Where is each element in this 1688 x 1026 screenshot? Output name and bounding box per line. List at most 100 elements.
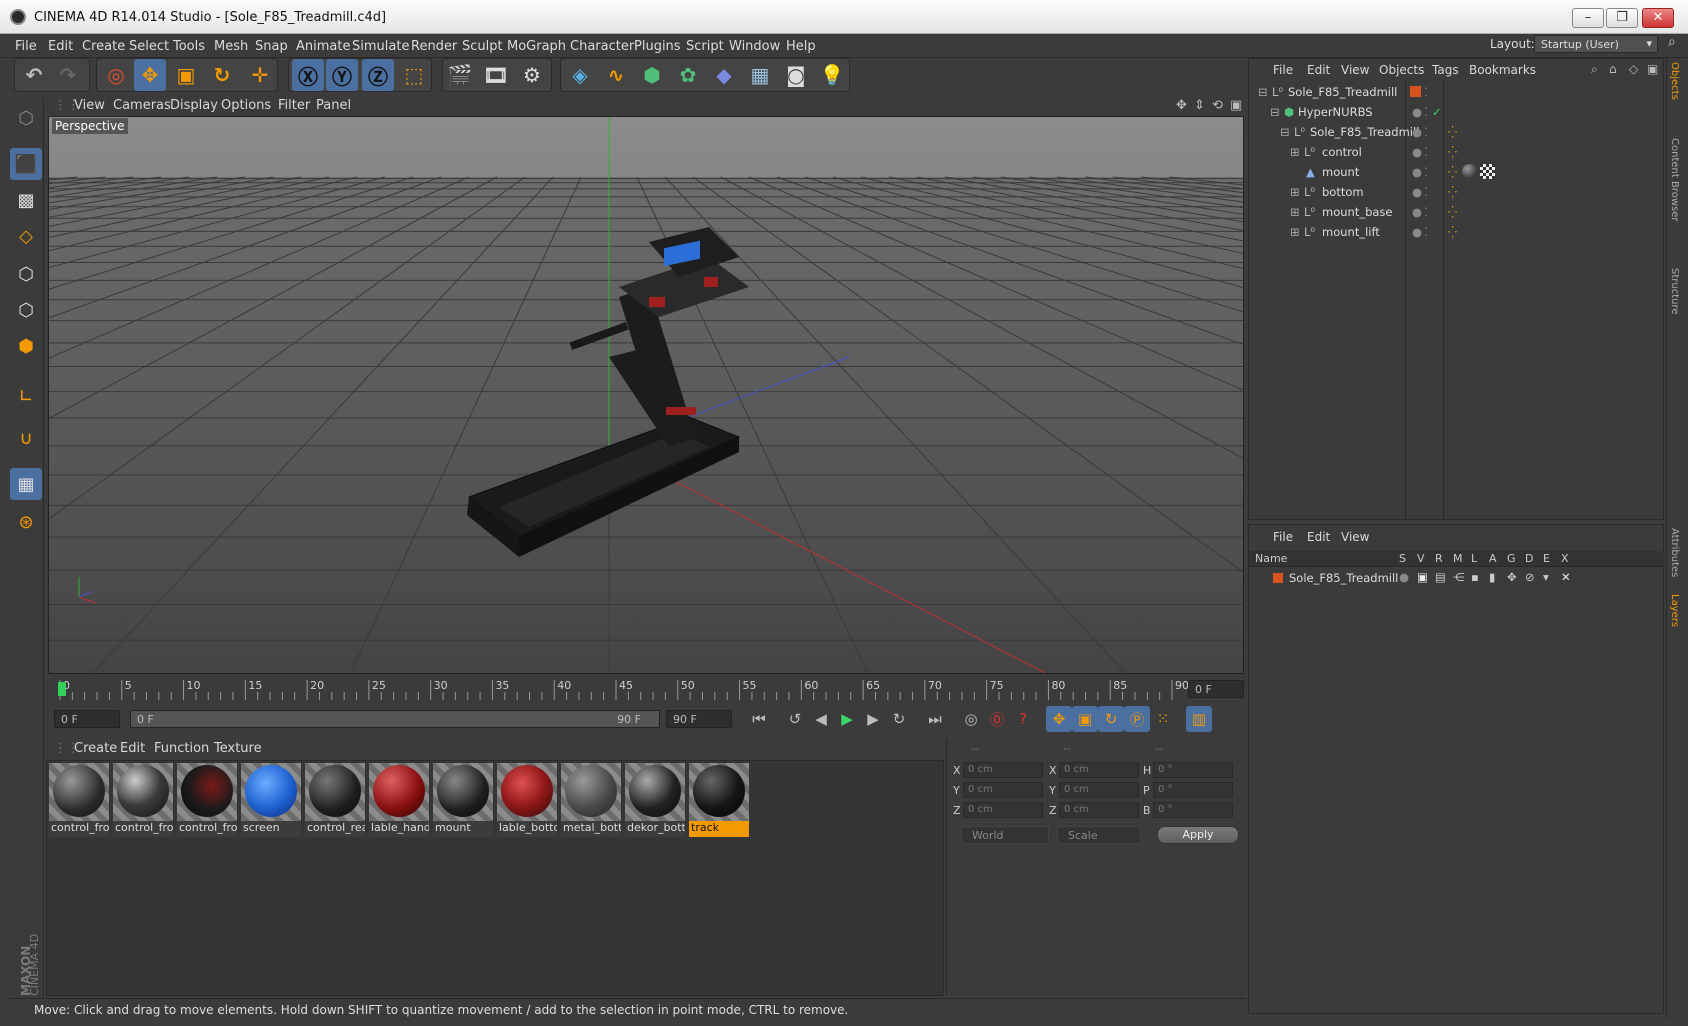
menu-window[interactable]: Window — [729, 39, 780, 54]
make-editable-icon[interactable]: ⬡ — [10, 102, 42, 134]
timeline-window-icon[interactable]: ▥ — [1186, 706, 1212, 732]
coord-field[interactable]: 0 ° — [1153, 762, 1233, 778]
material-swatch[interactable]: mount — [433, 763, 493, 837]
rotate-view-icon[interactable]: ⟲ — [1212, 98, 1223, 113]
key-position-icon[interactable]: ✥ — [1046, 706, 1072, 732]
scale-tool-icon[interactable]: ▣ — [170, 59, 202, 91]
spline-icon[interactable]: ∿ — [600, 59, 632, 91]
minimize-button[interactable]: – — [1572, 8, 1604, 28]
current-frame-field[interactable]: 0 F — [1188, 680, 1244, 698]
viewport-menu-view[interactable]: View — [74, 98, 105, 113]
menu-render[interactable]: Render — [411, 39, 457, 54]
coord-field[interactable]: 0 cm — [1059, 802, 1139, 818]
objects-menu-view[interactable]: View — [1341, 63, 1369, 77]
edges-mode-icon[interactable]: ⬡ — [10, 294, 42, 326]
array-icon[interactable]: ✿ — [672, 59, 704, 91]
render-picture-viewer-icon[interactable]: 🎞 — [480, 59, 512, 91]
material-swatch[interactable]: control_rea — [305, 763, 365, 837]
object-row[interactable]: ⊟ ⬢ HyperNURBS ● ⁚ ✓ — [1252, 102, 1664, 121]
camera-icon[interactable]: ◙ — [780, 59, 812, 91]
collapse-icon[interactable]: ◇ — [1629, 62, 1638, 76]
menu-help[interactable]: Help — [786, 39, 816, 54]
search-icon[interactable]: ⌕ — [1591, 62, 1598, 77]
render-view-icon[interactable]: 🎬 — [444, 59, 476, 91]
tab-structure[interactable]: Structure — [1669, 268, 1680, 315]
move-tool-icon[interactable]: ✥ — [134, 59, 166, 91]
material-menu-texture[interactable]: Texture — [214, 741, 262, 756]
preview-range-slider[interactable]: 0 F 90 F — [130, 710, 660, 728]
material-swatch[interactable]: control_fro — [113, 763, 173, 837]
coord-field[interactable]: 0 ° — [1153, 782, 1233, 798]
magnet-icon[interactable]: ∪ — [10, 422, 42, 454]
tab-layers[interactable]: Layers — [1669, 594, 1680, 627]
next-frame-icon[interactable]: ▶ — [860, 706, 886, 732]
model-mode-icon[interactable]: ⬛ — [10, 148, 42, 180]
menu-select[interactable]: Select — [129, 39, 169, 54]
previous-frame-icon[interactable]: ◀ — [808, 706, 834, 732]
key-parameter-icon[interactable]: Ⓟ — [1124, 706, 1150, 732]
menu-snap[interactable]: Snap — [255, 39, 288, 54]
perspective-viewport[interactable] — [48, 116, 1244, 674]
objects-menu-objects[interactable]: Objects — [1379, 63, 1424, 77]
layers-menu-view[interactable]: View — [1341, 530, 1369, 544]
coordinate-space-dropdown[interactable]: World — [961, 826, 1049, 844]
object-row[interactable]: ⊞ L⁰ mount_base ● ⁚ ⁛ — [1252, 202, 1664, 221]
object-row[interactable]: ⊞ L⁰ mount_lift ● ⁚ ⁛ — [1252, 222, 1664, 241]
live-selection-icon[interactable]: ◎ — [100, 59, 132, 91]
texture-mode-icon[interactable]: ▩ — [10, 184, 42, 216]
deformer-icon[interactable]: ◆ — [708, 59, 740, 91]
object-row[interactable]: ⊟ L⁰ Sole_F85_Treadmill ● ⁚ ⁛ — [1252, 122, 1664, 141]
axis-mode-icon[interactable]: ∟ — [10, 380, 42, 412]
tab-objects[interactable]: Objects — [1669, 62, 1680, 100]
nurbs-icon[interactable]: ⬢ — [636, 59, 668, 91]
new-panel-icon[interactable]: ▣ — [1647, 62, 1658, 76]
go-to-end-icon[interactable]: ⏭ — [922, 706, 948, 732]
menu-simulate[interactable]: Simulate — [352, 39, 409, 54]
menu-plugins[interactable]: Plugins — [634, 39, 681, 54]
layout-dropdown[interactable]: Startup (User) ▾ — [1534, 35, 1658, 53]
menu-script[interactable]: Script — [686, 39, 724, 54]
timeline-ruler[interactable]: 0 5 10 15 20 25 30 35 40 45 50 55 60 65 70 75 80 85 90 — [46, 676, 1246, 702]
menu-sculpt[interactable]: Sculpt — [462, 39, 503, 54]
key-scale-icon[interactable]: ▣ — [1072, 706, 1098, 732]
apply-button[interactable]: Apply — [1157, 826, 1239, 844]
objects-menu-bookmarks[interactable]: Bookmarks — [1469, 63, 1536, 77]
tab-content-browser[interactable]: Content Browser — [1669, 138, 1680, 221]
objects-menu-file[interactable]: File — [1273, 63, 1293, 77]
points-mode-icon[interactable]: ⬡ — [10, 258, 42, 290]
coord-field[interactable]: 0 cm — [963, 762, 1043, 778]
record-keys-icon[interactable]: ◎ — [958, 706, 984, 732]
workplane-mode-icon[interactable]: ◇ — [10, 220, 42, 252]
material-menu-edit[interactable]: Edit — [120, 741, 145, 756]
start-frame-field[interactable]: 0 F — [54, 710, 120, 728]
viewport-menu-display[interactable]: Display — [170, 98, 218, 113]
x-axis-lock-icon[interactable]: Ⓧ — [292, 59, 324, 91]
add-object-icon[interactable]: ✛ — [244, 59, 276, 91]
coord-field[interactable]: 0 cm — [963, 802, 1043, 818]
key-point-level-icon[interactable]: ⁙ — [1150, 706, 1176, 732]
viewport-menu-filter[interactable]: Filter — [278, 98, 310, 113]
coordinate-system-icon[interactable]: ⬚ — [398, 59, 430, 91]
menu-create[interactable]: Create — [82, 39, 125, 54]
material-menu-create[interactable]: Create — [74, 741, 117, 756]
redo-icon[interactable]: ↷ — [52, 59, 84, 91]
viewport-menu-options[interactable]: Options — [221, 98, 271, 113]
menu-animate[interactable]: Animate — [296, 39, 350, 54]
rotate-tool-icon[interactable]: ↻ — [206, 59, 238, 91]
close-button[interactable]: ✕ — [1642, 8, 1674, 28]
object-row[interactable]: ▲ mount ● ⁚ ⁛ — [1252, 162, 1664, 181]
material-menu-function[interactable]: Function — [154, 741, 209, 756]
object-row[interactable]: ⊟ L⁰ Sole_F85_Treadmill ⁚ — [1252, 82, 1664, 101]
layer-row[interactable]: Sole_F85_Treadmill ● ▣ ▤ ⋲ ▪ ▮ ✥ ⊘ ▾ ✕ — [1249, 569, 1665, 587]
layers-menu-file[interactable]: File — [1273, 530, 1293, 544]
home-icon[interactable]: ⌂ — [1609, 62, 1617, 76]
search-icon[interactable]: ⌕ — [1668, 34, 1676, 50]
objects-menu-edit[interactable]: Edit — [1307, 63, 1330, 77]
menu-character[interactable]: Character — [570, 39, 634, 54]
coord-field[interactable]: 0 cm — [1059, 762, 1139, 778]
polygons-mode-icon[interactable]: ⬢ — [10, 330, 42, 362]
material-swatch[interactable]: lable_hand — [369, 763, 429, 837]
cube-primitive-icon[interactable]: ◈ — [564, 59, 596, 91]
material-swatch[interactable]: lable_botto — [497, 763, 557, 837]
menu-file[interactable]: File — [15, 39, 37, 54]
